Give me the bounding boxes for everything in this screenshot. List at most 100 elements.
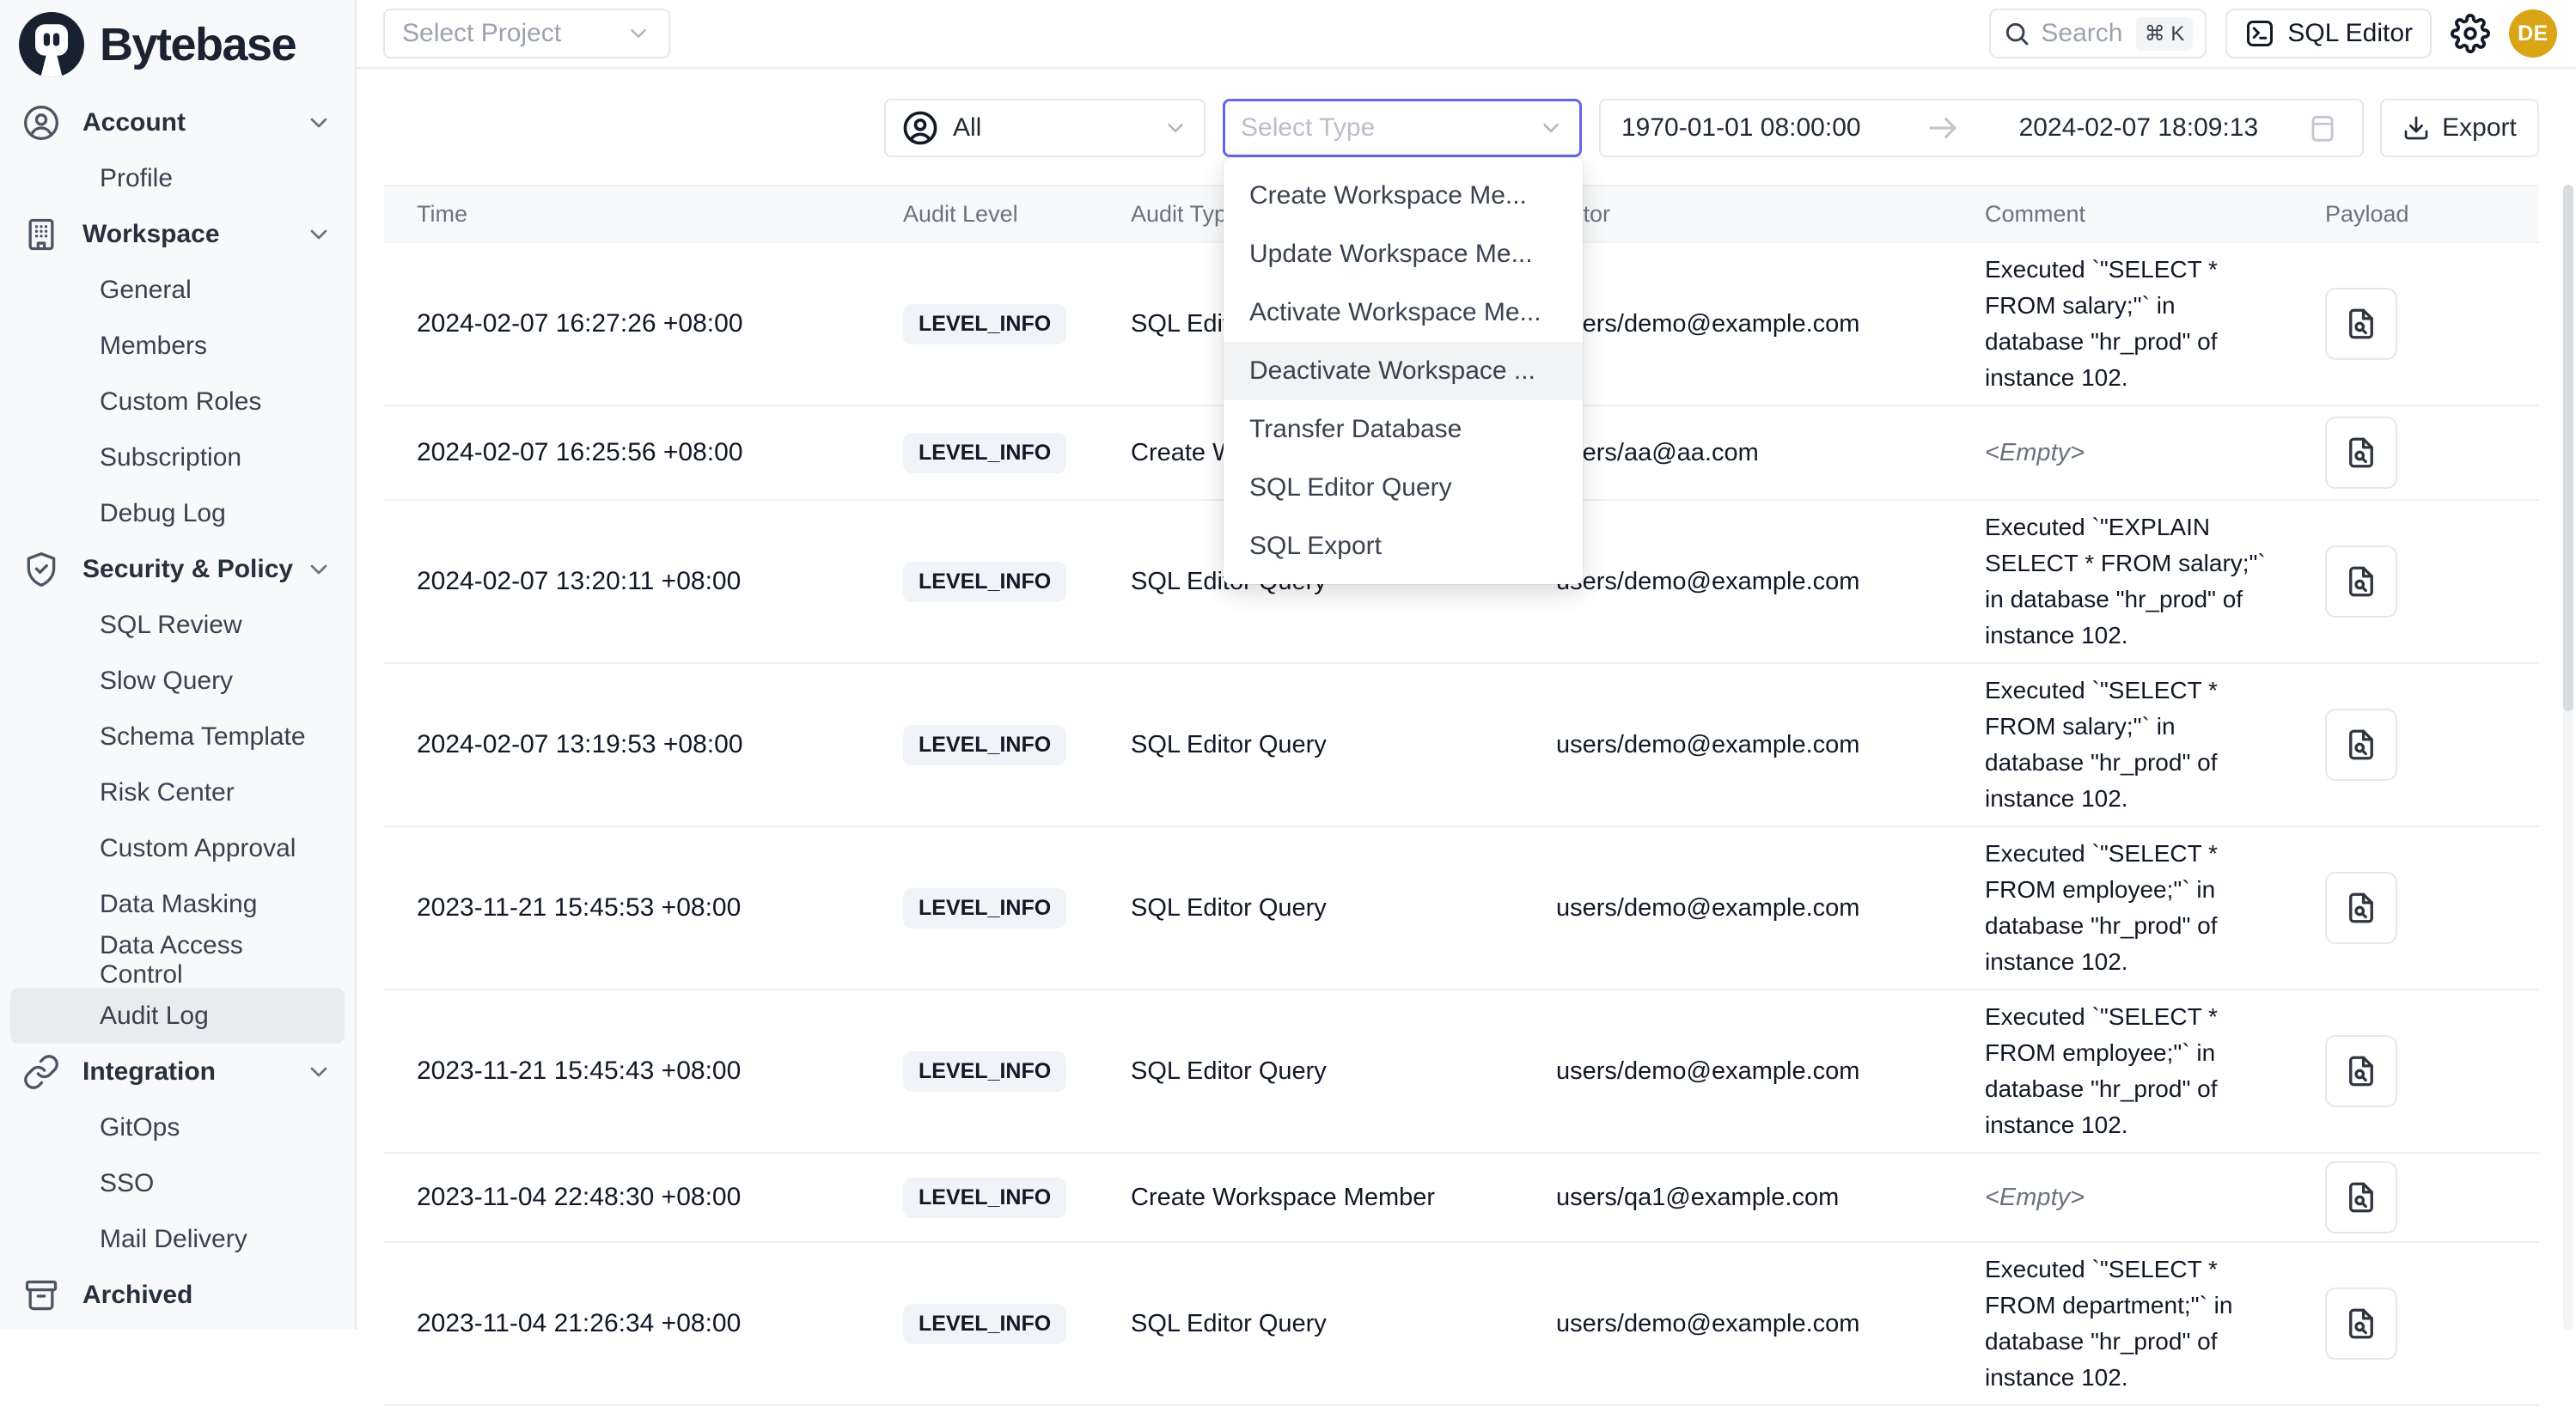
sidebar-item-general[interactable]: General <box>10 262 345 318</box>
sidebar-item-sso[interactable]: SSO <box>10 1155 345 1211</box>
cell-comment-empty: <Empty> <box>1985 1184 2294 1212</box>
sidebar-item-integration[interactable]: Integration <box>10 1044 345 1099</box>
view-payload-button[interactable] <box>2325 709 2397 781</box>
sidebar-item-profile[interactable]: Profile <box>10 150 345 206</box>
type-filter-dropdown[interactable]: Select Type <box>1223 99 1582 157</box>
column-header-time: Time <box>384 201 889 228</box>
calendar-icon <box>2306 112 2339 144</box>
cell-audit-type: SQL Editor Query <box>1117 894 1542 923</box>
audit-level-badge: LEVEL_INFO <box>903 304 1066 344</box>
cell-actor: users/demo@example.com <box>1542 731 1968 759</box>
chevron-down-icon <box>626 21 651 46</box>
column-header-audit-level: Audit Level <box>889 201 1117 228</box>
sidebar-item-custom-roles[interactable]: Custom Roles <box>10 374 345 429</box>
export-button[interactable]: Export <box>2380 99 2539 157</box>
file-search-icon <box>2343 727 2379 763</box>
sidebar-item-label: Risk Center <box>100 778 235 807</box>
view-payload-button[interactable] <box>2325 417 2397 489</box>
sidebar-item-gitops[interactable]: GitOps <box>10 1099 345 1155</box>
search-icon <box>2003 20 2030 47</box>
select-project-placeholder: Select Project <box>402 19 561 48</box>
file-search-icon <box>2343 306 2379 342</box>
sidebar-item-label: Mail Delivery <box>100 1225 247 1254</box>
settings-gear-icon[interactable] <box>2451 14 2490 53</box>
sidebar-item-sql-review[interactable]: SQL Review <box>10 597 345 653</box>
dropdown-option-transfer-database[interactable]: Transfer Database <box>1224 400 1583 459</box>
vertical-scrollbar[interactable] <box>2563 185 2573 1330</box>
table-row: 2024-02-07 13:19:53 +08:00 LEVEL_INFO SQ… <box>384 664 2539 827</box>
select-project-dropdown[interactable]: Select Project <box>383 9 670 58</box>
actor-filter-dropdown[interactable]: All <box>884 99 1206 157</box>
user-avatar[interactable]: DE <box>2509 9 2557 58</box>
sidebar-item-subscription[interactable]: Subscription <box>10 429 345 485</box>
sidebar-item-workspace[interactable]: Workspace <box>10 206 345 262</box>
view-payload-button[interactable] <box>2325 288 2397 360</box>
link-icon <box>22 1053 60 1091</box>
dropdown-option-activate-workspace-member[interactable]: Activate Workspace Me... <box>1224 283 1583 342</box>
sidebar-item-mail-delivery[interactable]: Mail Delivery <box>10 1211 345 1267</box>
sidebar-item-account[interactable]: Account <box>10 94 345 150</box>
sidebar-item-data-masking[interactable]: Data Masking <box>10 876 345 932</box>
view-payload-button[interactable] <box>2325 545 2397 618</box>
sidebar-item-label: Profile <box>100 164 173 193</box>
dropdown-option-sql-export[interactable]: SQL Export <box>1224 517 1583 576</box>
sidebar-item-archived[interactable]: Archived <box>10 1267 345 1323</box>
arrow-right-icon <box>1925 110 1961 146</box>
user-circle-icon <box>901 109 939 147</box>
sidebar-item-label: Data Access Control <box>100 931 333 990</box>
audit-level-badge: LEVEL_INFO <box>903 433 1066 473</box>
cell-time: 2023-11-21 15:45:53 +08:00 <box>384 893 889 923</box>
sidebar-item-custom-approval[interactable]: Custom Approval <box>10 820 345 876</box>
cell-audit-type: SQL Editor Query <box>1117 1310 1542 1338</box>
dropdown-option-create-workspace-member[interactable]: Create Workspace Me... <box>1224 167 1583 225</box>
sidebar-item-label: Account <box>82 108 186 137</box>
sidebar-item-security-policy[interactable]: Security & Policy <box>10 541 345 597</box>
view-payload-button[interactable] <box>2325 1288 2397 1360</box>
dropdown-option-update-workspace-member[interactable]: Update Workspace Me... <box>1224 225 1583 283</box>
bytebase-logo[interactable]: Bytebase <box>0 0 355 89</box>
cell-time: 2024-02-07 16:27:26 +08:00 <box>384 309 889 338</box>
audit-level-badge: LEVEL_INFO <box>903 1051 1066 1092</box>
sidebar-item-label: Data Masking <box>100 890 257 919</box>
sidebar-item-data-access-control[interactable]: Data Access Control <box>10 932 345 988</box>
cell-comment: Executed `"SELECT * FROM employee;"` in … <box>1985 999 2280 1143</box>
sidebar-item-label: Workspace <box>82 220 220 249</box>
view-payload-button[interactable] <box>2325 1035 2397 1107</box>
dropdown-option-sql-editor-query[interactable]: SQL Editor Query <box>1224 459 1583 517</box>
cell-time: 2024-02-07 16:25:56 +08:00 <box>384 438 889 467</box>
download-icon <box>2402 114 2430 142</box>
table-row: 2023-11-21 15:45:53 +08:00 LEVEL_INFO SQ… <box>384 827 2539 990</box>
sidebar-item-members[interactable]: Members <box>10 318 345 374</box>
cell-actor: users/demo@example.com <box>1542 568 1968 596</box>
search-input[interactable]: Search ⌘ K <box>1989 9 2207 58</box>
sidebar-item-debug-log[interactable]: Debug Log <box>10 485 345 541</box>
sidebar: Bytebase Account Profile Workspace <box>0 0 357 1330</box>
sidebar-item-label: SQL Review <box>100 611 242 640</box>
sql-editor-label: SQL Editor <box>2287 19 2413 48</box>
sidebar-item-schema-template[interactable]: Schema Template <box>10 709 345 764</box>
sidebar-item-label: Schema Template <box>100 722 306 752</box>
audit-level-badge: LEVEL_INFO <box>903 725 1066 765</box>
sidebar-item-slow-query[interactable]: Slow Query <box>10 653 345 709</box>
type-filter-placeholder: Select Type <box>1241 113 1538 143</box>
file-search-icon <box>2343 1053 2379 1089</box>
sidebar-item-audit-log[interactable]: Audit Log <box>10 988 345 1044</box>
cell-comment: Executed `"SELECT * FROM salary;"` in da… <box>1985 252 2280 396</box>
cell-comment: Executed `"SELECT * FROM department;"` i… <box>1985 1252 2280 1396</box>
search-placeholder: Search <box>2041 19 2125 48</box>
sql-editor-button[interactable]: SQL Editor <box>2225 9 2432 58</box>
shield-check-icon <box>22 551 60 588</box>
view-payload-button[interactable] <box>2325 1161 2397 1233</box>
sidebar-item-label: GitOps <box>100 1113 180 1142</box>
file-search-icon <box>2343 1179 2379 1215</box>
date-range-picker[interactable]: 1970-01-01 08:00:00 2024-02-07 18:09:13 <box>1599 99 2364 157</box>
view-payload-button[interactable] <box>2325 872 2397 944</box>
file-search-icon <box>2343 563 2379 600</box>
date-to-value: 2024-02-07 18:09:13 <box>2019 113 2259 143</box>
dropdown-option-deactivate-workspace-member[interactable]: Deactivate Workspace ... <box>1224 342 1583 400</box>
terminal-icon <box>2244 18 2275 49</box>
audit-log-page: All Select Type 1970-01-01 08:00:00 2024… <box>357 69 2576 1330</box>
sidebar-item-risk-center[interactable]: Risk Center <box>10 764 345 820</box>
scrollbar-thumb[interactable] <box>2563 185 2573 711</box>
type-dropdown-menu: Create Workspace Me... Update Workspace … <box>1224 158 1583 584</box>
